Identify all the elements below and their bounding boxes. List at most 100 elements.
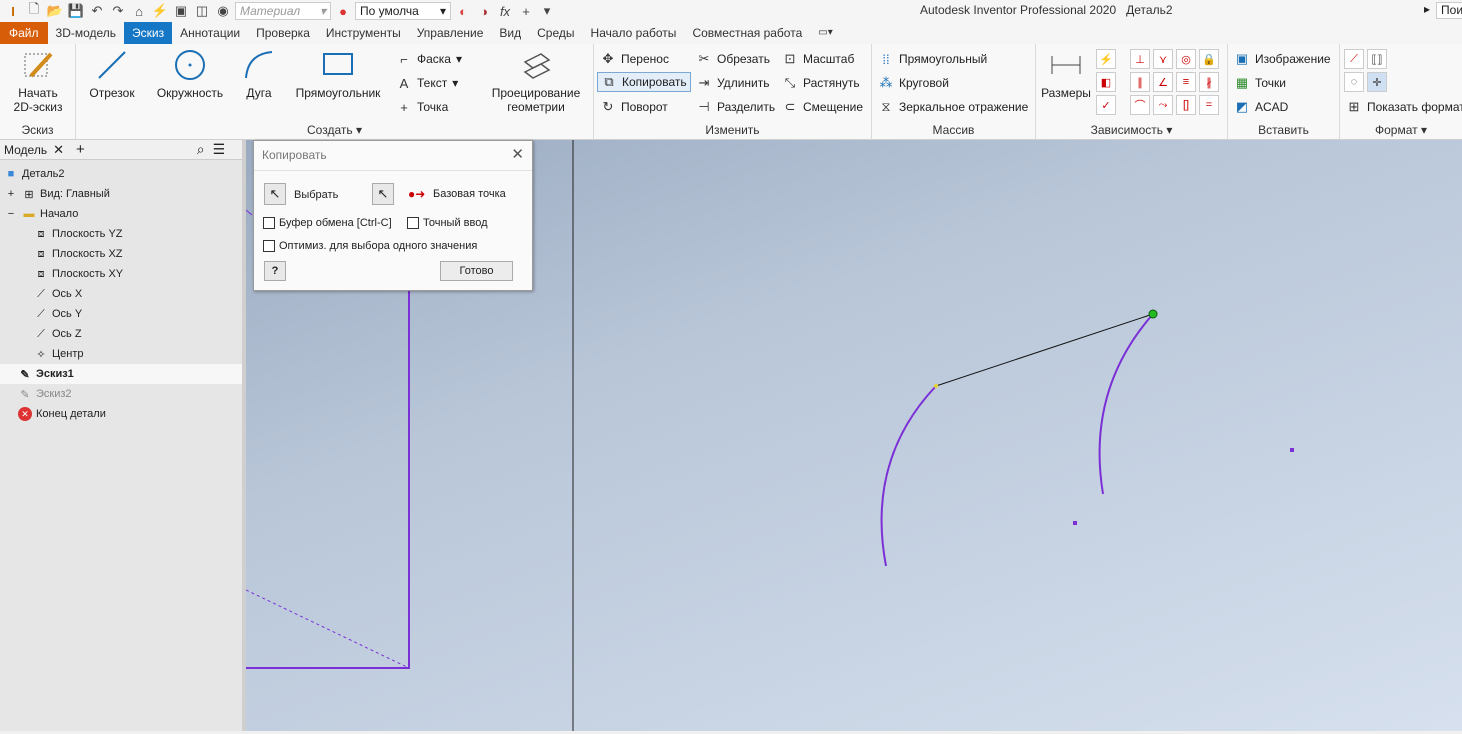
text-button[interactable]: A Текст ▾ — [396, 73, 459, 93]
dimension-button[interactable]: Размеры — [1040, 48, 1092, 100]
select-button[interactable]: ↖ — [264, 183, 286, 205]
symmetric-icon[interactable]: [] — [1176, 95, 1196, 115]
panel-label-format[interactable]: Формат ▾ — [1340, 123, 1462, 137]
tab-inspect[interactable]: Проверка — [248, 22, 318, 44]
points-button[interactable]: ▦ Точки — [1234, 73, 1286, 93]
parallel-icon[interactable]: ∥ — [1130, 72, 1150, 92]
done-button[interactable]: Готово — [440, 261, 513, 281]
add-tab-icon[interactable]: + — [76, 141, 85, 158]
tab-sketch[interactable]: Эскиз — [124, 22, 173, 44]
panel-label-create[interactable]: Создать ▾ — [76, 123, 593, 137]
measure-icon[interactable]: ◫ — [193, 2, 211, 20]
base-point-select-button[interactable]: ↖ — [372, 183, 394, 205]
redo-icon[interactable]: ↷ — [109, 2, 127, 20]
fix-lock-icon[interactable]: 🔒 — [1199, 49, 1219, 69]
checkbox-box[interactable] — [407, 217, 419, 229]
inventor-logo-icon[interactable]: I — [4, 2, 22, 20]
driven-dimension-icon[interactable]: ⟦⟧ — [1367, 49, 1387, 69]
select-filter-icon[interactable]: ▣ — [172, 2, 190, 20]
fx-parameters-icon[interactable]: fx — [496, 2, 514, 20]
tree-item-sketch2[interactable]: ✎ Эскиз2 — [18, 384, 71, 404]
tree-item-part[interactable]: ■ Деталь2 — [4, 164, 65, 184]
image-button[interactable]: ▣ Изображение — [1234, 49, 1331, 69]
search-icon[interactable]: ⌕ — [197, 141, 205, 158]
sketch-point[interactable] — [1073, 521, 1077, 525]
close-icon[interactable]: ✕ — [53, 142, 64, 158]
checkbox-box[interactable] — [263, 217, 275, 229]
sketch-arc-right[interactable] — [1098, 313, 1154, 495]
tree-item-center-point[interactable]: ✧ Центр — [34, 344, 83, 364]
home-icon[interactable]: ⌂ — [130, 2, 148, 20]
arc-endpoint[interactable] — [934, 384, 938, 388]
tree-item-axis-y[interactable]: ⟋ Ось Y — [34, 304, 82, 324]
tangent-angle-icon[interactable]: ∠ — [1153, 72, 1173, 92]
sketch1-profile-line[interactable] — [246, 280, 410, 669]
line-button[interactable]: Отрезок — [84, 48, 140, 100]
undo-icon[interactable]: ↶ — [88, 2, 106, 20]
tree-item-axis-z[interactable]: ⟋ Ось Z — [34, 324, 81, 344]
rotate-button[interactable]: ↻ Поворот — [600, 97, 668, 117]
tab-manage[interactable]: Управление — [409, 22, 492, 44]
point-button[interactable]: + Точка — [396, 97, 448, 117]
appearance-select[interactable]: По умолча ▾ — [355, 2, 451, 20]
help-button[interactable]: ? — [264, 261, 286, 281]
copy-button[interactable]: ⧉ Копировать — [597, 72, 691, 92]
selected-point-marker[interactable] — [1148, 309, 1158, 319]
tree-item-plane-xy[interactable]: ⧈ Плоскость XY — [34, 264, 124, 284]
show-constraints-icon[interactable]: ◧ — [1096, 72, 1116, 92]
adjust-appearance-icon[interactable]: ◑ — [475, 2, 493, 20]
material-select[interactable]: Материал ▾ — [235, 2, 331, 20]
constraint-settings-icon[interactable]: ✓ — [1096, 95, 1116, 115]
sketch-arc-left[interactable] — [880, 385, 937, 567]
precise-input-checkbox[interactable]: Точный ввод — [407, 217, 488, 229]
horizontal-icon[interactable]: ∦ — [1199, 72, 1219, 92]
open-file-icon[interactable]: 📂 — [46, 2, 64, 20]
coincident-icon[interactable]: ⋎ — [1153, 49, 1173, 69]
center-point-icon[interactable]: ✛ — [1367, 72, 1387, 92]
collapse-minus-icon[interactable]: − — [4, 207, 18, 221]
optimize-single-selection-checkbox[interactable]: Оптимиз. для выбора одного значения — [263, 240, 477, 252]
circle-button[interactable]: Окружность — [154, 48, 226, 100]
tree-item-end-of-part[interactable]: ✕ Конец детали — [18, 404, 106, 424]
rectangular-pattern-button[interactable]: ⁞⁞ Прямоугольный — [878, 49, 987, 69]
qat-customize-icon[interactable]: ▾ — [538, 2, 556, 20]
tree-item-plane-yz[interactable]: ⧈ Плоскость YZ — [34, 224, 123, 244]
add-icon[interactable]: + — [517, 2, 535, 20]
material-icon[interactable]: ◉ — [214, 2, 232, 20]
expand-plus-icon[interactable]: + — [4, 187, 18, 201]
tab-file[interactable]: Файл — [0, 22, 48, 44]
appearance-icon[interactable]: ● — [334, 2, 352, 20]
trim-button[interactable]: ✂ Обрезать — [696, 49, 770, 69]
tree-item-sketch1[interactable]: ✎ Эскиз1 — [18, 364, 73, 384]
tree-item-view[interactable]: + ⊞ Вид: Главный — [4, 184, 110, 204]
tree-item-plane-xz[interactable]: ⧈ Плоскость XZ — [34, 244, 123, 264]
tree-item-axis-x[interactable]: ⟋ Ось X — [34, 284, 82, 304]
move-button[interactable]: ✥ Перенос — [600, 49, 669, 69]
menu-icon[interactable]: ☰ — [213, 141, 226, 158]
rectangle-button[interactable]: Прямоугольник — [290, 48, 386, 100]
tab-view[interactable]: Вид — [491, 22, 529, 44]
tab-3d-model[interactable]: 3D-модель — [48, 22, 125, 44]
search-box[interactable]: Пои — [1436, 2, 1462, 19]
mirror-button[interactable]: ⧖ Зеркальное отражение — [878, 97, 1028, 117]
centerline-icon[interactable]: ◌ — [1344, 72, 1364, 92]
start-2d-sketch-button[interactable]: Начать 2D-эскиз — [6, 48, 70, 114]
construction-icon[interactable]: ⟋ — [1344, 49, 1364, 69]
show-format-button[interactable]: ⊞ Показать формат — [1346, 97, 1462, 117]
close-icon[interactable]: ✕ — [511, 145, 524, 163]
tab-environments[interactable]: Среды — [529, 22, 582, 44]
stretch-button[interactable]: ⤡ Растянуть — [782, 73, 860, 93]
acad-button[interactable]: ◩ ACAD — [1234, 97, 1289, 117]
arc-button[interactable]: Дуга — [238, 48, 280, 100]
equal-icon[interactable]: = — [1199, 95, 1219, 115]
tab-tools[interactable]: Инструменты — [318, 22, 409, 44]
smooth-icon[interactable]: ⤳ — [1153, 95, 1173, 115]
save-icon[interactable]: 💾 — [67, 2, 85, 20]
auto-dimension-icon[interactable]: ⚡ — [1096, 49, 1116, 69]
split-button[interactable]: ⊣ Разделить — [696, 97, 775, 117]
tab-annotate[interactable]: Аннотации — [172, 22, 248, 44]
project-geometry-button[interactable]: Проецирование геометрии — [484, 48, 588, 114]
clear-appearance-icon[interactable]: ◐ — [454, 2, 472, 20]
tangent-icon[interactable]: ⌒ — [1130, 95, 1150, 115]
construction-diagonal[interactable] — [245, 589, 410, 669]
